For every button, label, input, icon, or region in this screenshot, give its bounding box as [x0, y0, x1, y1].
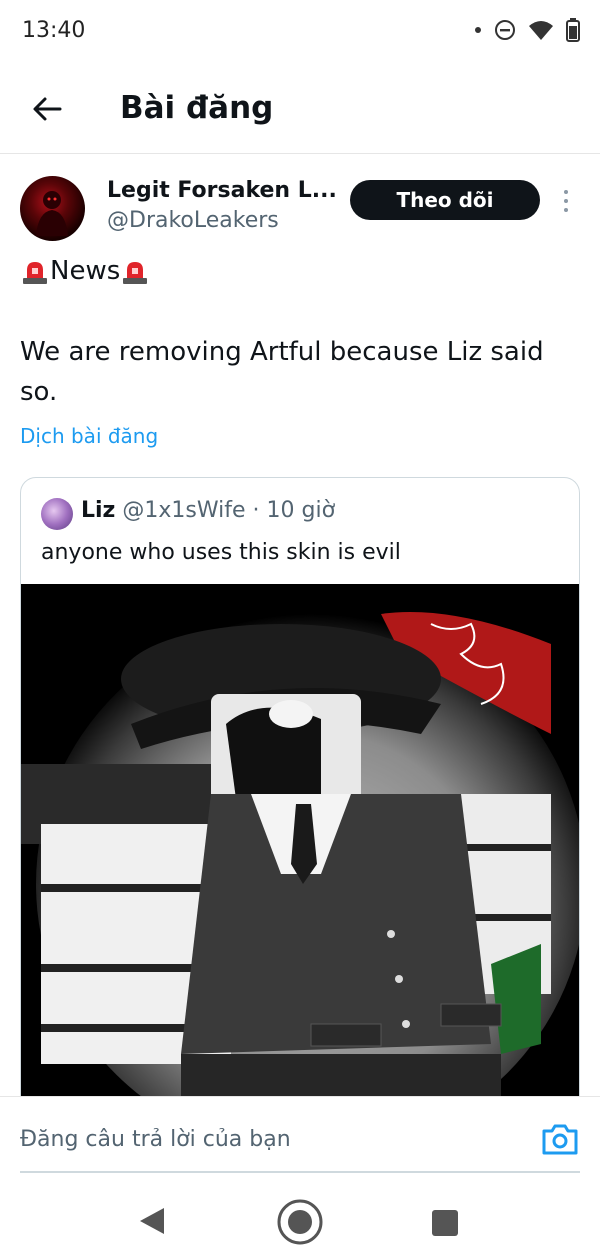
quote-meta: Liz @1x1sWife · 10 giờ	[81, 498, 335, 523]
follow-button[interactable]: Theo dõi	[350, 180, 540, 220]
post-text: We are removing Artful because Liz said …	[20, 337, 544, 407]
camera-button[interactable]	[540, 1121, 580, 1157]
battery-icon	[566, 18, 580, 42]
triangle-back-icon	[140, 1208, 164, 1234]
status-icons	[474, 18, 580, 42]
quote-author-handle: @1x1sWife	[122, 498, 246, 523]
nav-back-button[interactable]	[138, 1206, 166, 1241]
author-name[interactable]: Legit Forsaken L...	[107, 178, 337, 203]
reply-input[interactable]: Đăng câu trả lời của bạn	[20, 1127, 291, 1152]
more-dot	[564, 190, 568, 194]
news-label: News	[50, 256, 121, 286]
notification-dot-icon	[475, 27, 481, 33]
status-bar: 13:40	[0, 0, 600, 62]
back-button[interactable]	[24, 86, 70, 132]
roblox-character-image	[21, 584, 579, 1116]
system-nav-bar	[0, 1186, 600, 1260]
quote-image[interactable]	[21, 584, 579, 1116]
more-dot	[564, 199, 568, 203]
post-author: Legit Forsaken L... @DrakoLeakers Theo d…	[0, 170, 600, 250]
quote-time: 10 giờ	[266, 498, 336, 523]
quote-text: anyone who uses this skin is evil	[41, 540, 401, 565]
page-title: Bài đăng	[120, 90, 274, 126]
do-not-disturb-icon	[495, 20, 515, 40]
status-time: 13:40	[22, 18, 86, 43]
nav-recents-button[interactable]	[432, 1210, 458, 1236]
home-circle-icon	[277, 1199, 323, 1245]
quote-author-name: Liz	[81, 498, 116, 523]
quoted-post[interactable]: Liz @1x1sWife · 10 giờ anyone who uses t…	[20, 477, 580, 1117]
nav-home-button[interactable]	[276, 1198, 324, 1251]
arrow-left-icon	[33, 97, 62, 121]
reply-underline	[20, 1171, 580, 1173]
reply-bar: Đăng câu trả lời của bạn	[0, 1096, 600, 1186]
wifi-icon	[529, 21, 553, 40]
camera-icon	[542, 1124, 578, 1155]
author-avatar[interactable]	[20, 176, 85, 241]
quote-avatar	[41, 498, 73, 530]
police-siren-emoji-icon	[23, 262, 47, 284]
more-dot	[564, 208, 568, 212]
translate-post-link[interactable]: Dịch bài đăng	[20, 424, 158, 448]
quote-separator: ·	[252, 498, 260, 523]
police-siren-emoji-icon	[123, 262, 148, 284]
post-news-line: News	[20, 256, 150, 286]
author-handle[interactable]: @DrakoLeakers	[107, 208, 279, 233]
app-header: Bài đăng	[0, 62, 600, 154]
avatar-figure	[36, 191, 68, 236]
more-options-button[interactable]	[556, 186, 576, 216]
